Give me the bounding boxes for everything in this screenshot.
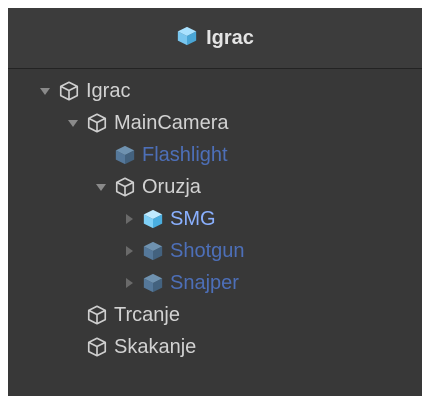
tree-item-shotgun[interactable]: Shotgun bbox=[8, 235, 422, 267]
tree-item-label: Snajper bbox=[170, 271, 239, 294]
tree-item-oruzja[interactable]: Oruzja bbox=[8, 171, 422, 203]
tree-item-label: SMG bbox=[170, 207, 216, 230]
prefab-cube-icon bbox=[142, 272, 164, 294]
tree-item-smg[interactable]: SMG bbox=[8, 203, 422, 235]
prefab-cube-icon bbox=[176, 25, 198, 52]
header-title: Igrac bbox=[206, 26, 254, 49]
prefab-cube-icon bbox=[142, 208, 164, 230]
prefab-cube-icon bbox=[114, 144, 136, 166]
tree-item-label: Flashlight bbox=[142, 143, 228, 166]
tree-item-label: Shotgun bbox=[170, 239, 245, 262]
tree-item-label: MainCamera bbox=[114, 111, 229, 134]
gameobject-cube-icon bbox=[86, 112, 108, 134]
gameobject-cube-icon bbox=[86, 336, 108, 358]
tree-item-trcanje[interactable]: Trcanje bbox=[8, 299, 422, 331]
expand-arrow-icon[interactable] bbox=[38, 84, 52, 98]
collapse-arrow-icon[interactable] bbox=[122, 244, 136, 258]
gameobject-cube-icon bbox=[114, 176, 136, 198]
hierarchy-panel: Igrac Igrac MainCamera Flashlight Oruzja… bbox=[8, 8, 422, 396]
tree-item-snajper[interactable]: Snajper bbox=[8, 267, 422, 299]
expand-arrow-icon[interactable] bbox=[94, 180, 108, 194]
gameobject-cube-icon bbox=[86, 304, 108, 326]
tree-item-flashlight[interactable]: Flashlight bbox=[8, 139, 422, 171]
tree-item-label: Oruzja bbox=[142, 175, 201, 198]
hierarchy-tree: Igrac MainCamera Flashlight Oruzja SMG S… bbox=[8, 69, 422, 363]
tree-item-skakanje[interactable]: Skakanje bbox=[8, 331, 422, 363]
tree-item-maincamera[interactable]: MainCamera bbox=[8, 107, 422, 139]
gameobject-cube-icon bbox=[58, 80, 80, 102]
tree-item-label: Skakanje bbox=[114, 335, 197, 358]
collapse-arrow-icon[interactable] bbox=[122, 212, 136, 226]
hierarchy-header[interactable]: Igrac bbox=[8, 8, 422, 69]
tree-item-igrac[interactable]: Igrac bbox=[8, 75, 422, 107]
expand-arrow-icon[interactable] bbox=[66, 116, 80, 130]
tree-item-label: Trcanje bbox=[114, 303, 180, 326]
collapse-arrow-icon[interactable] bbox=[122, 276, 136, 290]
tree-item-label: Igrac bbox=[86, 79, 131, 102]
prefab-cube-icon bbox=[142, 240, 164, 262]
